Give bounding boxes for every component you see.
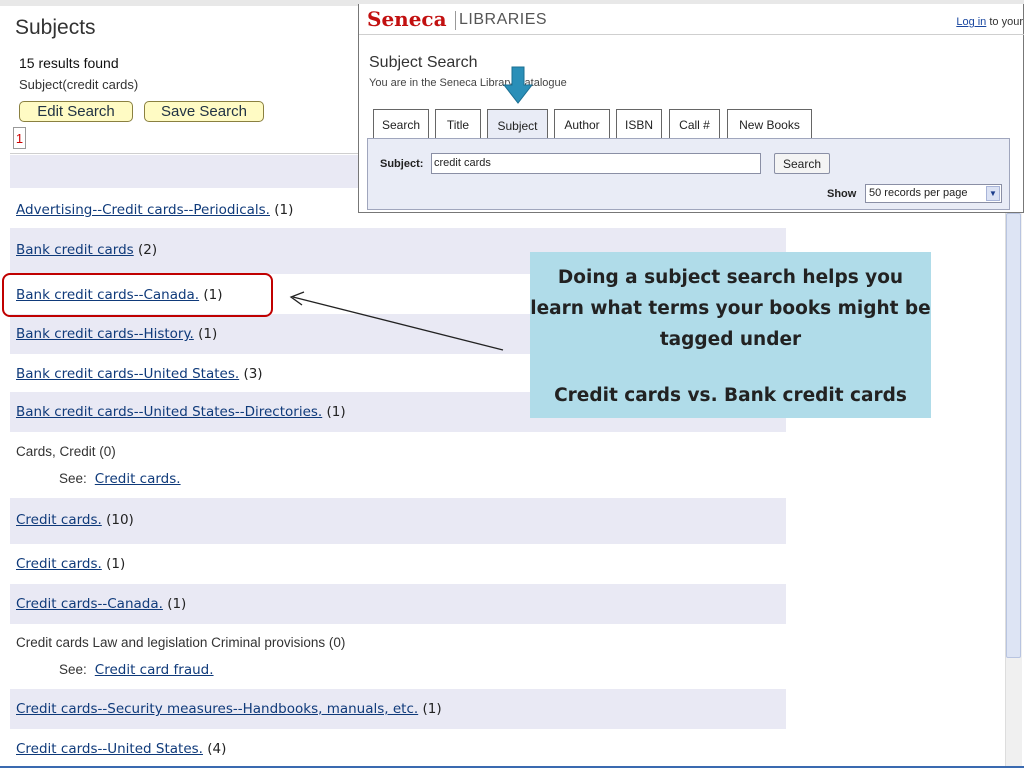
subject-input[interactable]: credit cards: [431, 153, 761, 174]
logo-divider: [455, 11, 456, 30]
highlight-box: [2, 273, 273, 317]
subject-link[interactable]: Bank credit cards--History.: [16, 326, 194, 342]
see-label: See:: [59, 471, 87, 486]
save-search-button[interactable]: Save Search: [144, 101, 264, 122]
subject-link[interactable]: Credit cards.: [16, 556, 102, 572]
list-item: Credit cards Law and legislation Crimina…: [10, 624, 786, 689]
result-count: (10): [106, 512, 134, 528]
catalogue-subheading: You are in the Seneca Library Catalogue: [369, 77, 567, 89]
list-item: Credit cards--Security measures--Handboo…: [10, 689, 786, 729]
edit-search-button[interactable]: Edit Search: [19, 101, 133, 122]
catalogue-heading: Subject Search: [369, 54, 478, 71]
results-count: 15 results found: [19, 55, 119, 71]
callout-main-text: Doing a subject search helps you learn w…: [530, 267, 931, 350]
result-count: (1): [326, 404, 346, 420]
records-per-page-value: 50 records per page: [869, 187, 968, 199]
subject-label: Subject:: [380, 158, 424, 170]
down-arrow-icon: [503, 66, 533, 104]
callout-box: Doing a subject search helps you learn w…: [530, 252, 931, 418]
libraries-wordmark: LIBRARIES: [459, 11, 548, 28]
result-count: (3): [243, 366, 263, 382]
tab-search[interactable]: Search: [373, 109, 429, 139]
show-label: Show: [827, 188, 857, 200]
records-per-page-select[interactable]: 50 records per page ▼: [865, 184, 1002, 203]
search-button[interactable]: Search: [774, 153, 830, 174]
seneca-logo: Seneca: [367, 7, 447, 31]
catalogue-search-window: Seneca LIBRARIES Log in to your Subject …: [358, 4, 1024, 213]
query-label: Subject(credit cards): [19, 77, 139, 92]
see-reference-link[interactable]: Credit cards.: [95, 471, 181, 487]
list-item: Credit cards--United States. (4): [10, 729, 786, 767]
result-count: (1): [274, 202, 294, 218]
tab-new-books[interactable]: New Books: [727, 109, 812, 139]
see-reference-link[interactable]: Credit card fraud.: [95, 662, 214, 678]
tab-subject[interactable]: Subject: [487, 109, 548, 141]
subject-link[interactable]: Bank credit cards--United States.: [16, 366, 239, 382]
subject-text: Credit cards Law and legislation Crimina…: [16, 635, 346, 650]
subject-link[interactable]: Credit cards--United States.: [16, 741, 203, 757]
list-item: Cards, Credit (0) See: Credit cards.: [10, 432, 786, 498]
login-text: to your: [986, 16, 1023, 28]
catalogue-header: Seneca LIBRARIES Log in to your: [359, 4, 1024, 35]
list-item: Credit cards--Canada. (1): [10, 584, 786, 624]
tab-title[interactable]: Title: [435, 109, 481, 139]
search-panel: Subject: credit cards Search Show 50 rec…: [367, 138, 1010, 210]
scrollbar-thumb[interactable]: [1006, 213, 1021, 658]
page-number[interactable]: 1: [13, 127, 26, 149]
result-count: (1): [106, 556, 126, 572]
result-count: (1): [198, 326, 218, 342]
subject-link[interactable]: Credit cards--Security measures--Handboo…: [16, 701, 418, 717]
subject-link[interactable]: Credit cards.: [16, 512, 102, 528]
tab-author[interactable]: Author: [554, 109, 610, 139]
result-count: (1): [167, 596, 187, 612]
result-count: (2): [138, 242, 158, 258]
tab-isbn[interactable]: ISBN: [616, 109, 662, 139]
list-item: Credit cards. (1): [10, 544, 786, 584]
chevron-down-icon[interactable]: ▼: [986, 186, 1000, 201]
subject-link[interactable]: Credit cards--Canada.: [16, 596, 163, 612]
subject-text: Cards, Credit (0): [16, 444, 116, 459]
subject-link[interactable]: Advertising--Credit cards--Periodicals.: [16, 202, 270, 218]
subject-link[interactable]: Bank credit cards--United States--Direct…: [16, 404, 322, 420]
see-label: See:: [59, 662, 87, 677]
subject-link[interactable]: Bank credit cards: [16, 242, 134, 258]
result-count: (1): [422, 701, 442, 717]
login-prompt: Log in to your: [956, 16, 1023, 28]
tab-call-number[interactable]: Call #: [669, 109, 720, 139]
list-item: Credit cards. (10): [10, 498, 786, 544]
login-link[interactable]: Log in: [956, 16, 986, 28]
result-count: (4): [207, 741, 227, 757]
callout-comparison-text: Credit cards vs. Bank credit cards: [554, 385, 907, 406]
page-title: Subjects: [15, 16, 96, 39]
